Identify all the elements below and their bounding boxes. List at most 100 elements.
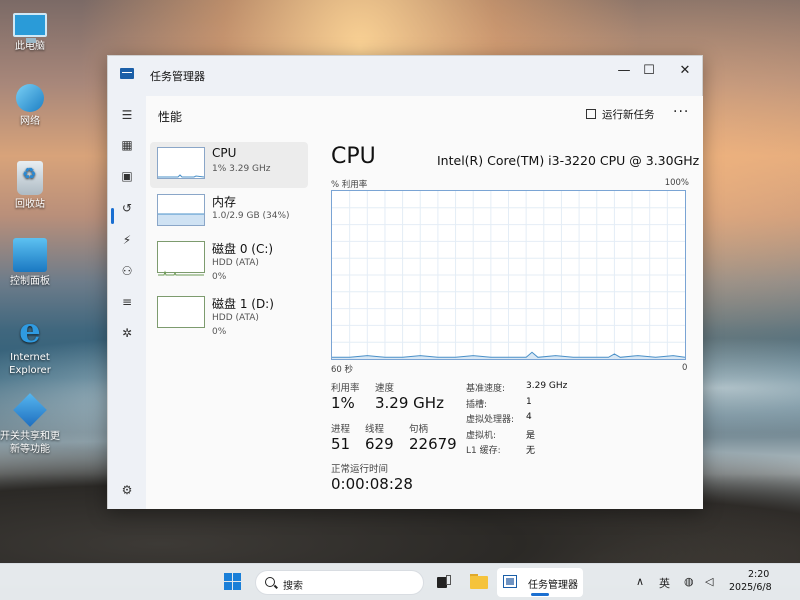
app-history-icon[interactable]: ↺ (118, 199, 136, 217)
volume-muted-icon[interactable]: ◁ (705, 575, 713, 588)
desktop-icon-internet-explorer[interactable]: e Internet Explorer (0, 314, 62, 377)
search-icon (265, 577, 275, 587)
detail-title: CPU (331, 144, 376, 169)
desktop-icon-label: Internet Explorer (9, 352, 51, 376)
maximize-button[interactable]: ☐ (633, 60, 665, 82)
active-app-indicator (531, 593, 549, 596)
active-indicator (111, 208, 114, 224)
page-header: 性能 运行新任务 ··· (146, 96, 703, 134)
resource-usage: 1.0/2.9 GB (34%) (212, 211, 290, 221)
spec-value: 3.29 GHz (526, 381, 568, 391)
new-task-icon (586, 109, 596, 119)
threads-label: 线程 (365, 424, 385, 435)
spec-label: 虚拟机: (466, 431, 497, 441)
graph-y-max: 100% (664, 178, 689, 188)
run-new-task-button[interactable]: 运行新任务 (586, 107, 655, 122)
taskbar-app-label: 任务管理器 (528, 580, 578, 591)
page-title: 性能 (158, 110, 183, 124)
title-bar[interactable]: 任务管理器 — ☐ ✕ (108, 56, 702, 96)
spec-label: L1 缓存: (466, 446, 501, 456)
resource-list: CPU 1% 3.29 GHz 内存 1.0/2.9 GB (34%) 磁盘 0… (146, 134, 314, 509)
uptime-label: 正常运行时间 (331, 464, 389, 475)
resource-item-disk1[interactable]: 磁盘 1 (D:) HDD (ATA) 0% (150, 291, 308, 337)
close-button[interactable]: ✕ (669, 60, 701, 82)
more-options-button[interactable]: ··· (673, 104, 689, 120)
startup-apps-icon[interactable]: ⚡ (118, 231, 136, 249)
resource-item-disk0[interactable]: 磁盘 0 (C:) HDD (ATA) 0% (150, 236, 308, 282)
spec-label: 插槽: (466, 400, 488, 410)
desktop-icon-label: 回收站 (15, 199, 45, 210)
resource-item-memory[interactable]: 内存 1.0/2.9 GB (34%) (150, 189, 308, 235)
spec-value: 1 (526, 397, 532, 407)
control-panel-icon (13, 238, 47, 272)
handles-value: 22679 (409, 435, 457, 453)
spec-label: 虚拟处理器: (466, 415, 515, 425)
services-icon[interactable]: ✲ (118, 324, 136, 342)
task-manager-window: 任务管理器 — ☐ ✕ ☰ ▦ ▣ ↺ ⚡ ⚇ ≡ ✲ ⚙ 性能 运行新任务 ·… (107, 55, 703, 509)
spec-value: 是 (526, 431, 536, 441)
desktop-icon-recycle-bin[interactable]: 回收站 (0, 161, 62, 211)
processes-label: 进程 (331, 424, 351, 435)
task-manager-icon (120, 68, 134, 79)
run-new-task-label: 运行新任务 (602, 109, 655, 121)
desktop-icon-this-pc[interactable]: 此电脑 (0, 8, 62, 53)
performance-icon[interactable]: ▣ (118, 167, 136, 185)
resource-usage: HDD (ATA) 0% (212, 313, 259, 337)
clock-date[interactable]: 2025/6/8 (729, 582, 772, 593)
graph-time-start: 60 秒 (331, 365, 354, 375)
resource-name: 磁盘 0 (C:) (212, 242, 274, 256)
disk0-thumbnail-graph (157, 241, 205, 276)
speed-value: 3.29 GHz (375, 394, 444, 412)
taskbar-task-manager-button[interactable]: 任务管理器 (497, 568, 583, 597)
computer-icon (13, 13, 47, 43)
resource-name: 内存 (212, 195, 237, 209)
file-explorer-button[interactable] (466, 570, 492, 595)
internet-explorer-icon: e (19, 311, 41, 351)
utilization-label: 利用率 (331, 383, 360, 394)
disk1-thumbnail-graph (157, 296, 205, 328)
hamburger-menu-icon[interactable]: ☰ (118, 106, 136, 124)
spec-value: 无 (526, 446, 536, 456)
settings-gear-icon[interactable]: ⚙ (118, 481, 136, 499)
users-icon[interactable]: ⚇ (118, 262, 136, 280)
resource-usage: 1% 3.29 GHz (212, 164, 271, 174)
utilization-value: 1% (331, 394, 355, 412)
processes-value: 51 (331, 435, 351, 453)
graph-y-label: % 利用率 (331, 180, 368, 190)
details-icon[interactable]: ≡ (118, 293, 136, 311)
resource-item-cpu[interactable]: CPU 1% 3.29 GHz (150, 142, 308, 188)
share-settings-icon (13, 393, 47, 427)
desktop-icon-control-panel[interactable]: 控制面板 (0, 238, 62, 288)
desktop-icon-label: 开关共享和更新等功能 (0, 431, 60, 455)
processes-icon[interactable]: ▦ (118, 136, 136, 154)
network-globe-icon[interactable]: ◍ (684, 575, 694, 588)
desktop-icon-label: 控制面板 (10, 276, 50, 287)
speed-label: 速度 (375, 383, 395, 394)
start-button[interactable] (224, 573, 242, 591)
desktop-icon-network[interactable]: 网络 (0, 84, 62, 128)
handles-label: 句柄 (409, 424, 429, 435)
desktop-icon-label: 网络 (20, 116, 40, 127)
spec-value: 4 (526, 412, 532, 422)
performance-content: 性能 运行新任务 ··· CPU 1% 3.29 GHz 内存 1.0/2.9 … (146, 96, 703, 509)
window-title: 任务管理器 (150, 70, 205, 83)
cpu-usage-chart (332, 191, 686, 359)
resource-name: 磁盘 1 (D:) (212, 297, 274, 311)
cpu-thumbnail-graph (157, 147, 205, 179)
search-placeholder: 搜索 (283, 581, 303, 592)
recycle-bin-icon (17, 161, 43, 195)
show-hidden-icons-chevron-icon[interactable]: ∧ (636, 575, 644, 588)
desktop-icon-share-settings[interactable]: 开关共享和更新等功能 (0, 393, 62, 456)
nav-sidebar: ☰ ▦ ▣ ↺ ⚡ ⚇ ≡ ✲ ⚙ (108, 96, 146, 509)
resource-name: CPU (212, 146, 237, 160)
network-icon (16, 84, 44, 112)
input-method-indicator[interactable]: 英 (659, 575, 670, 591)
task-view-button[interactable] (431, 570, 457, 595)
cpu-usage-graph (331, 190, 686, 360)
memory-thumbnail-graph (157, 194, 205, 226)
taskbar-search-box[interactable]: 搜索 (255, 570, 424, 595)
task-manager-icon (503, 575, 517, 588)
clock-time[interactable]: 2:20 (748, 569, 769, 580)
graph-time-end: 0 (682, 363, 688, 373)
cpu-model-name: Intel(R) Core(TM) i3-3220 CPU @ 3.30GHz (437, 153, 700, 168)
